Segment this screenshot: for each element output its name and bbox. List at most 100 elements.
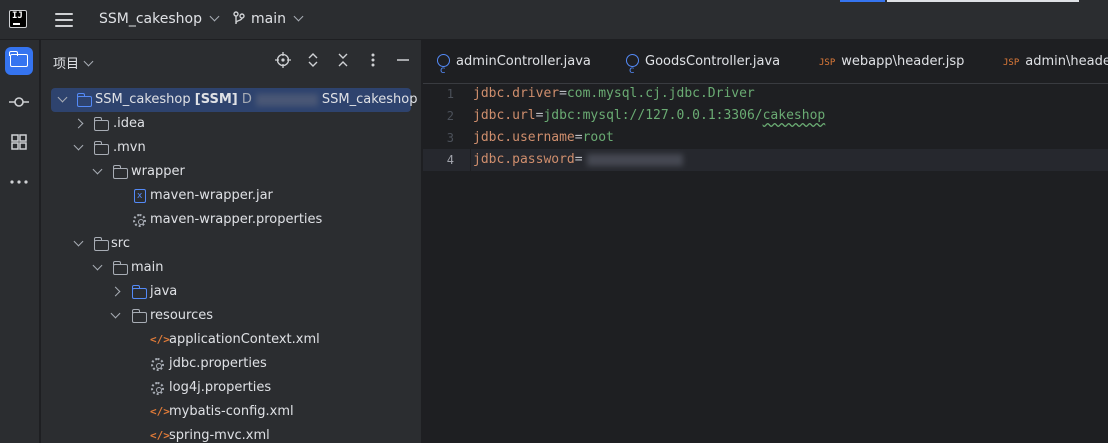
- tree-item-idea[interactable]: .idea: [51, 112, 411, 136]
- xml-file-icon: </>: [150, 333, 170, 346]
- tree-item-src[interactable]: src: [51, 232, 411, 256]
- tree-item-java[interactable]: java: [51, 280, 411, 304]
- chevron-down-icon: [92, 164, 103, 175]
- equals-sign: =: [574, 130, 583, 145]
- equals-sign: =: [559, 86, 567, 101]
- hide-panel-icon[interactable]: [395, 52, 411, 68]
- commit-icon: [9, 97, 29, 107]
- code-line-4[interactable]: jdbc.password=: [473, 152, 687, 167]
- tab-admin-header[interactable]: JSP admin\header: [1003, 40, 1108, 84]
- code-line-3[interactable]: jdbc.username=root: [473, 130, 614, 145]
- folder-icon: [112, 261, 128, 275]
- code-line-2[interactable]: jdbc.url=jdbc:mysql://127.0.0.1:3306/cak…: [473, 108, 825, 123]
- tree-item-main[interactable]: main: [51, 256, 411, 280]
- tree-item-label: maven-wrapper.properties: [150, 212, 323, 227]
- expand-all-icon[interactable]: [305, 52, 321, 68]
- project-selector[interactable]: SSM_cakeshop: [99, 11, 220, 27]
- folder-icon: [93, 117, 109, 131]
- property-value-typo: cakeshop: [762, 108, 826, 123]
- class-icon: [437, 49, 450, 93]
- property-value: com.mysql.cj.jdbc.Driver: [566, 86, 755, 101]
- chevron-down-icon: [293, 11, 304, 22]
- xml-file-icon: </>: [150, 405, 170, 418]
- commit-tool-button[interactable]: [5, 88, 33, 116]
- jar-file-icon: [134, 184, 146, 208]
- tab-goodscontroller[interactable]: GoodsController.java: [626, 40, 781, 93]
- jsp-icon: JSP: [1003, 58, 1020, 68]
- tree-item-mvn[interactable]: .mvn: [51, 136, 411, 160]
- line-number: 3: [446, 131, 454, 145]
- tree-item-label: wrapper: [131, 164, 185, 179]
- tool-window-stripe: [0, 40, 40, 443]
- tab-webapp-header-jsp[interactable]: JSP webapp\header.jsp: [819, 40, 964, 84]
- folder-icon: [9, 51, 28, 67]
- tree-item-label: log4j.properties: [169, 380, 272, 395]
- root-path-suffix: SSM_cakeshop: [321, 92, 418, 107]
- folder-icon: [112, 165, 128, 179]
- code-line-1[interactable]: jdbc.driver=com.mysql.cj.jdbc.Driver: [473, 86, 755, 101]
- project-name: SSM_cakeshop: [99, 11, 202, 27]
- properties-file-icon: [151, 358, 164, 371]
- tree-root[interactable]: SSM_cakeshop [SSM] D SSM_cakeshop: [51, 88, 418, 112]
- jsp-icon: JSP: [819, 58, 836, 68]
- tree-item-jdbc-properties[interactable]: jdbc.properties: [51, 352, 411, 376]
- tree-item-label: applicationContext.xml: [169, 332, 320, 347]
- more-tools-button[interactable]: [5, 168, 33, 196]
- xml-file-icon: </>: [150, 429, 170, 442]
- tree-item-maven-wrapper-jar[interactable]: maven-wrapper.jar: [51, 184, 411, 208]
- more-icon: [10, 180, 28, 184]
- property-key: jdbc.driver: [473, 86, 560, 101]
- property-key: jdbc.username: [473, 130, 575, 145]
- chevron-down-icon: [92, 260, 103, 271]
- properties-file-icon: [151, 382, 164, 395]
- tree-item-label: jdbc.properties: [169, 356, 267, 371]
- chevron-right-icon: [73, 118, 84, 129]
- toolbar-accent-strip: [840, 0, 885, 2]
- tree-item-label: spring-mvc.xml: [169, 428, 270, 443]
- tab-label: admin\header: [1025, 54, 1108, 69]
- project-view-selector[interactable]: 项目: [53, 53, 94, 72]
- tree-item-wrapper[interactable]: wrapper: [51, 160, 411, 184]
- tree-item-mybatis-config-xml[interactable]: </> mybatis-config.xml: [51, 400, 411, 424]
- project-panel: 项目 SSM_cakeshop [SSM] D SSM_cakeshop .id…: [41, 40, 422, 443]
- structure-icon: [11, 134, 27, 150]
- tree-item-label: maven-wrapper.jar: [150, 188, 273, 203]
- tree-item-label: .idea: [113, 116, 145, 131]
- chevron-down-icon: [110, 308, 121, 319]
- chevron-down-icon: [57, 92, 68, 103]
- chevron-right-icon: [110, 286, 121, 297]
- intellij-logo-icon[interactable]: IJ: [9, 10, 27, 28]
- root-label-group: SSM_cakeshop [SSM] D SSM_cakeshop: [95, 88, 418, 112]
- tab-label: GoodsController.java: [645, 54, 781, 69]
- tree-item-label: main: [131, 260, 164, 275]
- tree-item-resources[interactable]: resources: [51, 304, 411, 328]
- tree-item-log4j-properties[interactable]: log4j.properties: [51, 376, 411, 400]
- locate-icon[interactable]: [275, 52, 291, 68]
- panel-title: 项目: [53, 57, 80, 72]
- panel-toolbar: [275, 52, 411, 68]
- tree-item-spring-mvc-xml[interactable]: </> spring-mvc.xml: [51, 424, 411, 443]
- property-value: jdbc:mysql://127.0.0.1:3306/: [543, 108, 763, 123]
- tree-item-maven-wrapper-properties[interactable]: maven-wrapper.properties: [51, 208, 411, 232]
- main-menu-icon[interactable]: [55, 13, 73, 27]
- root-name: SSM_cakeshop: [95, 92, 191, 107]
- tab-admincontroller[interactable]: adminController.java: [437, 40, 591, 93]
- tree-item-label: mybatis-config.xml: [169, 404, 294, 419]
- module-folder-icon: [76, 93, 92, 107]
- line-number-gutter: 1 2 3 4: [423, 84, 471, 443]
- branch-selector[interactable]: main: [233, 11, 304, 27]
- chevron-down-icon: [73, 236, 84, 247]
- tree-item-applicationcontext-xml[interactable]: </> applicationContext.xml: [51, 328, 411, 352]
- editor-tab-bar: adminController.java GoodsController.jav…: [423, 40, 1108, 93]
- tab-label: adminController.java: [456, 54, 591, 69]
- properties-file-icon: [133, 214, 146, 227]
- line-number: 2: [446, 109, 454, 123]
- structure-tool-button[interactable]: [5, 128, 33, 156]
- options-icon[interactable]: [365, 52, 381, 68]
- tree-item-label: .mvn: [113, 140, 146, 155]
- project-tool-button[interactable]: [5, 47, 33, 75]
- branch-name: main: [251, 11, 286, 27]
- tree-item-label: src: [111, 236, 130, 251]
- collapse-all-icon[interactable]: [335, 52, 351, 68]
- property-key: jdbc.password: [473, 152, 575, 167]
